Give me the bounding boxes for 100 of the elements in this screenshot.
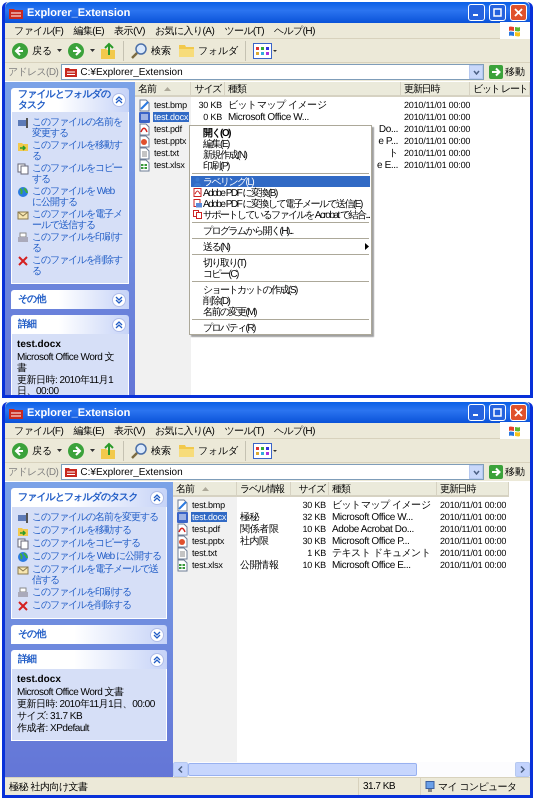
column-header[interactable]: 種類 [329,482,437,497]
context-menu-item[interactable]: 切り取り(T) [191,257,370,268]
task-link[interactable]: このファイルをコピーする [17,538,161,550]
back-button[interactable]: 戻る [9,440,54,462]
column-header[interactable]: ビット レート [470,82,530,97]
scroll-right-button[interactable] [515,762,530,777]
menu-item[interactable]: お気に入り(A) [150,424,220,438]
context-menu-item[interactable]: コピー(C) [191,268,370,279]
double-chevron-up-icon [153,656,161,664]
task-link[interactable]: このファイルを削除する [17,600,161,612]
context-menu-item[interactable]: Adobe PDF に変換して電子メールで送信(E) [191,198,370,209]
task-link[interactable]: このファイルの名前を変更する [17,117,123,139]
chevron-button[interactable] [112,93,126,107]
menu-item[interactable]: ヘルプ(H) [269,424,320,438]
menu-item[interactable]: 表示(V) [109,424,150,438]
file-name-cell[interactable]: test.docx [173,511,237,523]
task-link[interactable]: このファイルを印刷する [17,232,123,254]
context-menu-item[interactable]: プロパティ(R) [191,322,370,333]
task-link[interactable]: このファイルの名前を変更する [17,512,161,524]
task-link[interactable]: このファイルを Web に公開する [17,551,161,563]
file-name-cell[interactable]: test.pptx [173,535,237,547]
column-header[interactable]: 名前 [135,82,191,97]
column-header[interactable]: 更新日時 [401,82,470,97]
chevron-button[interactable] [150,628,164,642]
context-menu-item[interactable]: 開く(O) [191,127,370,138]
folders-button[interactable]: フォルダ [176,40,240,62]
address-field[interactable]: C:¥Explorer_Extension [61,464,484,480]
task-link[interactable]: このファイルを電子メールで送信する [17,209,123,231]
task-link[interactable]: このファイルをコピーする [17,163,123,185]
minimize-button[interactable] [468,404,485,421]
chevron-button[interactable] [112,318,126,332]
image-file-icon [138,98,151,112]
column-header[interactable]: 種類 [225,82,401,97]
file-name-cell[interactable]: test.bmp [135,99,191,111]
task-link[interactable]: このファイルを印刷する [17,587,161,599]
file-name-cell[interactable]: test.pptx [135,135,191,147]
context-menu-item[interactable]: 新規作成(N) [191,149,370,160]
maximize-button[interactable] [489,4,506,21]
task-link[interactable]: このファイルを移動する [17,525,161,537]
menu-item[interactable]: ツール(T) [219,424,270,438]
menu-item[interactable]: 編集(E) [68,424,110,438]
column-header[interactable]: サイズ [191,82,225,97]
panel-title: 詳細 [18,319,38,330]
minimize-button[interactable] [468,4,485,21]
context-menu-item[interactable]: 印刷(P) [191,160,370,171]
file-name-cell[interactable]: test.pdf [135,123,191,135]
scroll-left-button[interactable] [173,762,188,777]
folders-button[interactable]: フォルダ [176,440,240,462]
column-header[interactable]: 更新日時 [437,482,509,497]
back-button[interactable]: 戻る [9,40,54,62]
file-name-cell[interactable]: test.bmp [173,499,237,511]
menu-item[interactable]: ファイル(F) [9,24,68,38]
detail-text: 作成者: XPdefault [17,723,90,734]
menu-item[interactable]: ファイル(F) [9,424,68,438]
column-header[interactable]: ラベル情報 [237,482,291,497]
menu-item[interactable]: ヘルプ(H) [269,24,320,38]
task-link[interactable]: このファイルを電子メールで送信する [17,564,161,586]
context-menu-item[interactable]: 名前の変更(M) [191,306,370,317]
table-cell-text: 公開情報 [240,558,278,572]
go-button[interactable]: 移動 [487,465,527,479]
file-name-cell[interactable]: test.xlsx [173,559,237,571]
chevron-button[interactable] [150,490,164,504]
menu-item[interactable]: お気に入り(A) [150,24,220,38]
task-link[interactable]: このファイルを削除する [17,255,123,277]
file-name-cell[interactable]: test.xlsx [135,159,191,171]
file-name-cell[interactable]: test.pdf [173,523,237,535]
context-menu-item[interactable]: サポートしているファイルを Acrobat で結合... [191,209,370,220]
task-link[interactable]: このファイルを Web に公開する [17,186,123,208]
close-button[interactable] [510,404,527,421]
chevron-button[interactable] [150,652,164,666]
column-header[interactable]: 名前 [173,482,237,497]
column-header[interactable]: サイズ [291,482,329,497]
menu-item[interactable]: 編集(E) [68,24,110,38]
maximize-button[interactable] [489,404,506,421]
context-menu-item[interactable]: 送る(N) [191,241,370,252]
context-menu-item[interactable]: ラベリング(L) [191,176,370,187]
go-arrow-icon [489,465,503,479]
chevron-button[interactable] [112,292,126,306]
menu-item[interactable]: 表示(V) [109,24,150,38]
double-chevron-down-icon [153,630,161,638]
dropdown-button[interactable] [469,465,483,479]
search-button[interactable]: 検索 [129,40,173,62]
dropdown-button[interactable] [469,65,483,79]
scrollbar-thumb[interactable] [188,763,417,776]
context-menu-item[interactable]: 編集(E) [191,138,370,149]
file-name-cell[interactable]: test.txt [135,147,191,159]
go-button[interactable]: 移動 [487,65,527,79]
task-link[interactable]: このファイルを移動する [17,140,123,162]
file-name-cell[interactable]: test.txt [173,547,237,559]
table-cell: 2010/11/01 00:00 [404,124,470,134]
context-menu-item[interactable]: ショートカットの作成(S) [191,284,370,295]
address-field[interactable]: C:¥Explorer_Extension [61,64,484,80]
search-button[interactable]: 検索 [129,440,173,462]
document-file-icon [176,510,189,524]
horizontal-scrollbar[interactable] [173,762,530,777]
context-menu-item[interactable]: プログラムから開く(H)... [191,225,370,236]
menu-item[interactable]: ツール(T) [219,24,270,38]
context-menu-item[interactable]: Adobe PDF に変換(B) [191,187,370,198]
context-menu-item[interactable]: 削除(D) [191,295,370,306]
close-button[interactable] [510,4,527,21]
